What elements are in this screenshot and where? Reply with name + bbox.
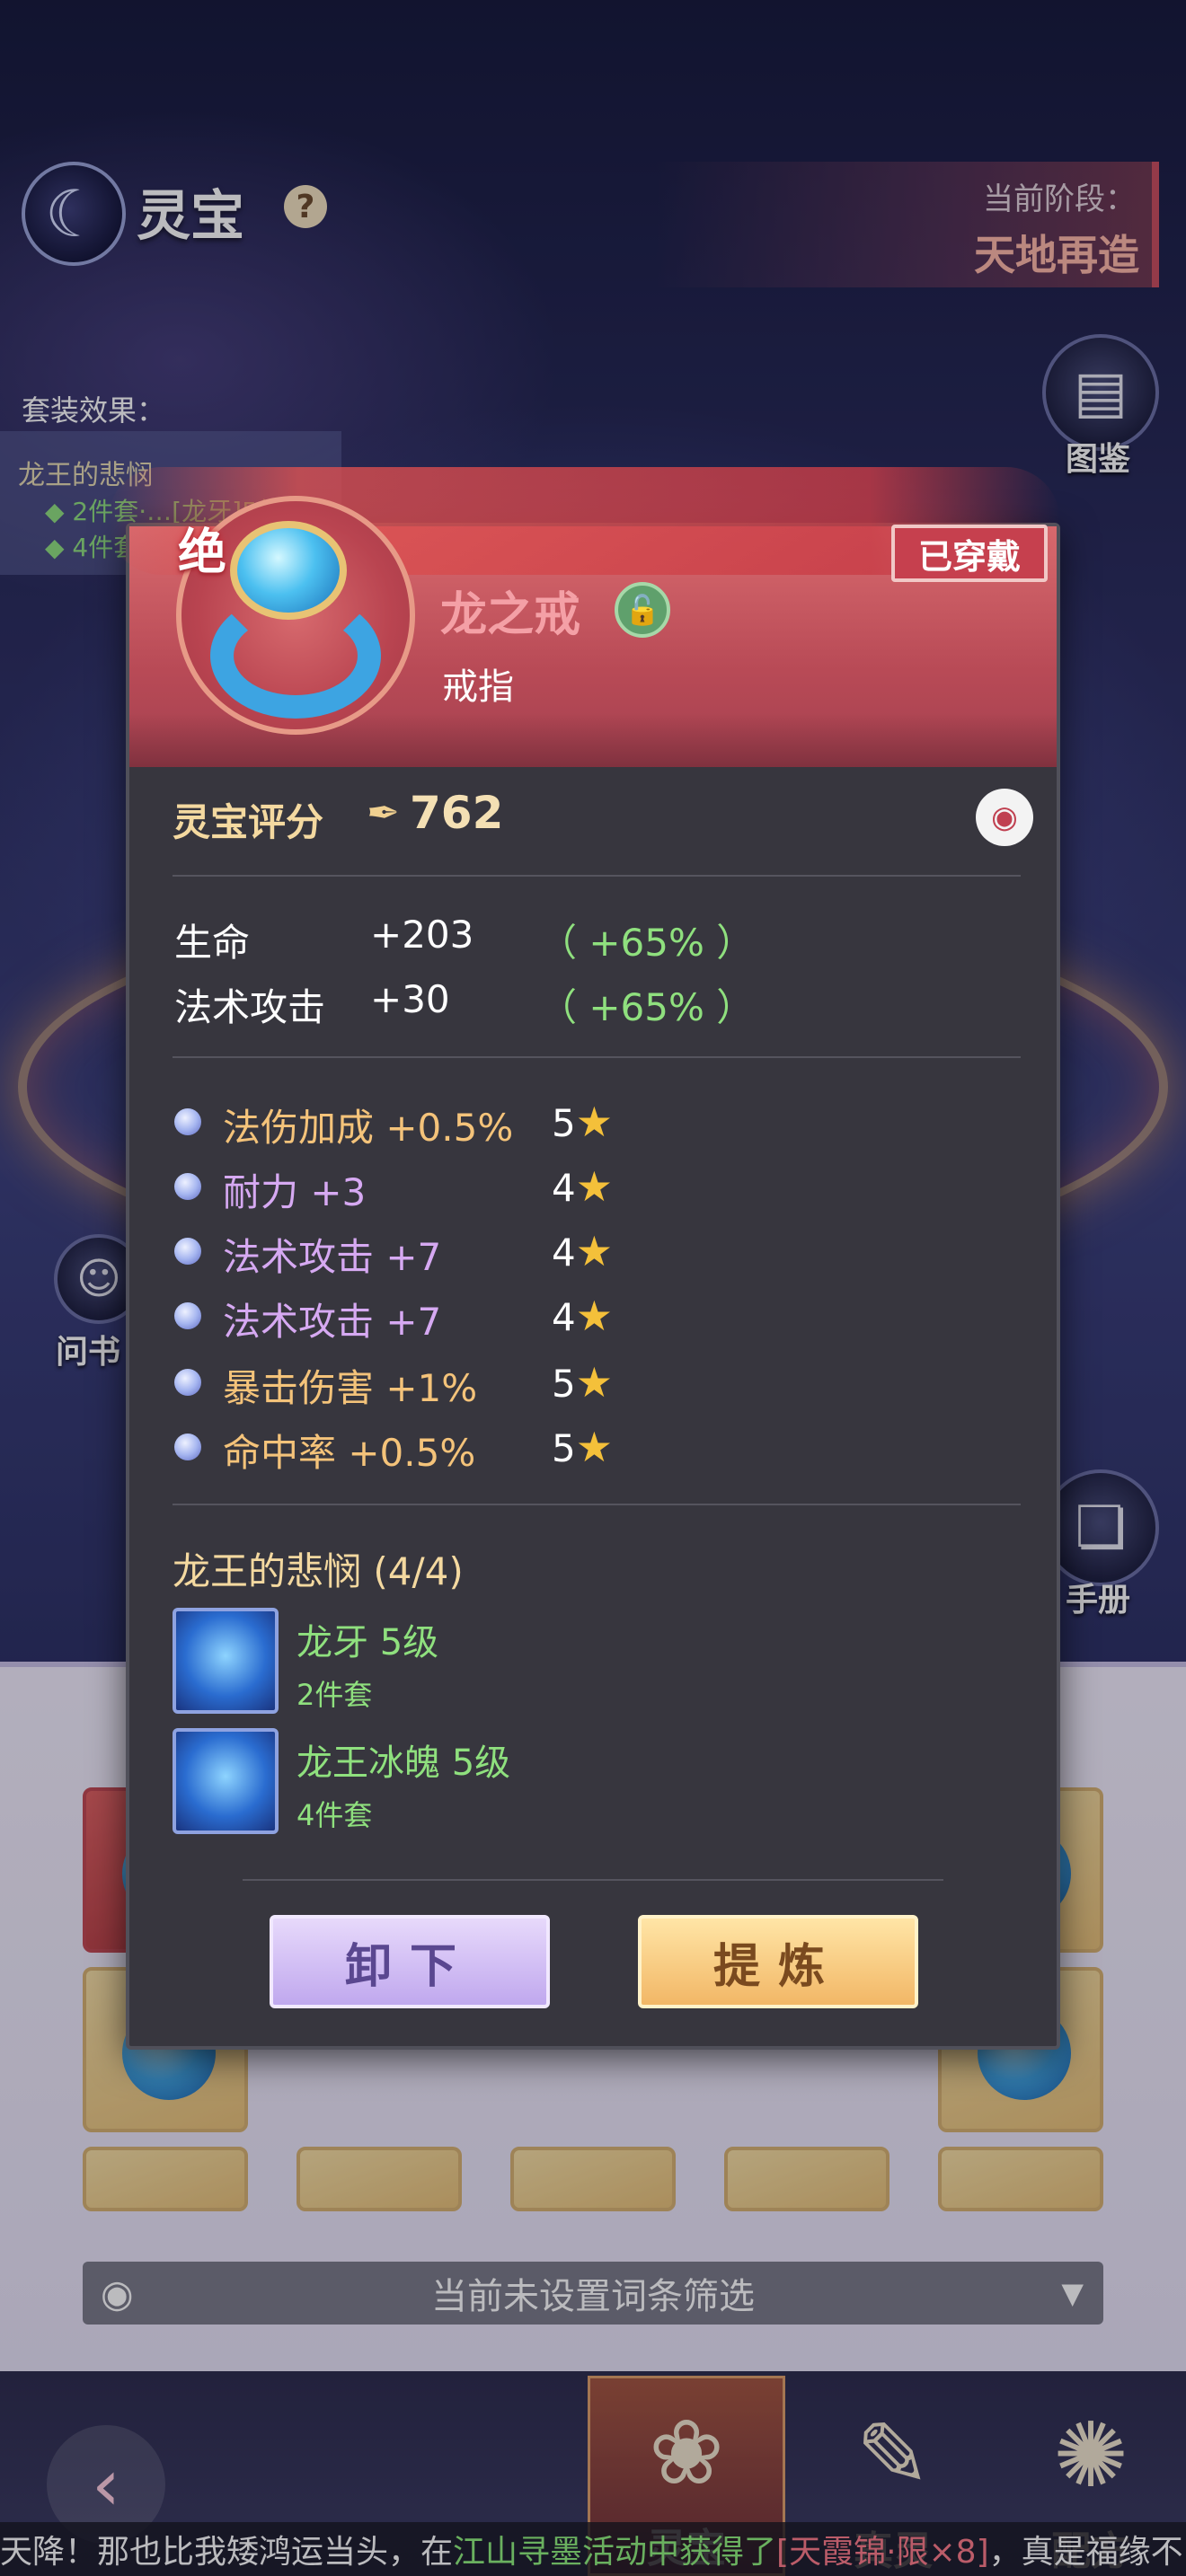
divider (173, 1504, 1021, 1505)
set-item-name: 龙王冰魄 5级 (296, 1742, 511, 1784)
main-stat-name: 生命 (174, 921, 251, 965)
star-icon: ★ (575, 1162, 613, 1211)
affix-stars: 5★ (552, 1358, 613, 1407)
affix-text: 命中率 +0.5% (223, 1431, 476, 1475)
item-name: 龙之戒 (440, 588, 581, 642)
affix-dot-icon (174, 1173, 201, 1200)
affix-star-count: 4 (552, 1166, 576, 1210)
main-stat-value: +30 (370, 977, 450, 1021)
affix-text: 法术攻击 +7 (223, 1300, 442, 1344)
affix-text: 法伤加成 +0.5% (223, 1106, 514, 1150)
star-icon: ★ (575, 1358, 613, 1407)
affix-star-count: 4 (552, 1231, 576, 1275)
divider (173, 1056, 1021, 1058)
affix-dot-icon (174, 1302, 201, 1329)
set-item-req: 4件套 (296, 1798, 373, 1832)
affix-text: 法术攻击 +7 (223, 1235, 442, 1279)
star-icon: ★ (575, 1098, 613, 1146)
star-icon: ★ (575, 1227, 613, 1275)
affix-star-count: 4 (552, 1295, 576, 1339)
ring-gem-icon (230, 521, 347, 620)
dragon-fang-icon[interactable] (173, 1608, 279, 1714)
star-icon: ★ (575, 1292, 613, 1340)
affix-star-count: 5 (552, 1426, 576, 1470)
affix-text: 耐力 +3 (223, 1170, 367, 1214)
main-stat-name: 法术攻击 (174, 985, 326, 1029)
set-title: 龙王的悲悯 (4/4) (173, 1549, 464, 1593)
affix-dot-icon (174, 1108, 201, 1135)
item-type: 戒指 (442, 666, 514, 708)
main-stat-value: +203 (370, 913, 474, 957)
star-icon: ★ (575, 1423, 613, 1471)
score-label: 灵宝评分 (173, 800, 324, 844)
affix-star-count: 5 (552, 1362, 576, 1406)
affix-stars: 4★ (552, 1292, 613, 1340)
affix-dot-icon (174, 1238, 201, 1265)
quill-icon: ✒ (367, 790, 400, 836)
ice-soul-icon[interactable] (173, 1728, 279, 1834)
divider (243, 1879, 943, 1881)
divider (173, 875, 1021, 877)
set-item-req: 2件套 (296, 1678, 373, 1712)
main-stat-pct: （ +65% ） (539, 985, 755, 1029)
tier-badge: 绝 (178, 524, 226, 580)
unequip-button[interactable]: 卸下 (270, 1915, 550, 2008)
set-item-name: 龙牙 5级 (296, 1622, 439, 1663)
affix-dot-icon (174, 1434, 201, 1460)
score-value: 762 (410, 787, 504, 839)
main-stat-pct: （ +65% ） (539, 921, 755, 965)
affix-text: 暴击伤害 +1% (223, 1366, 478, 1410)
affix-stars: 4★ (552, 1227, 613, 1275)
eye-icon[interactable]: ◉ (976, 789, 1033, 846)
affix-stars: 5★ (552, 1423, 613, 1471)
affix-stars: 4★ (552, 1162, 613, 1211)
unlock-icon[interactable]: 🔓 (615, 582, 670, 638)
affix-star-count: 5 (552, 1101, 576, 1145)
refine-button[interactable]: 提炼 (638, 1915, 918, 2008)
affix-dot-icon (174, 1369, 201, 1396)
equipped-badge: 已穿戴 (891, 525, 1048, 582)
affix-stars: 5★ (552, 1098, 613, 1146)
